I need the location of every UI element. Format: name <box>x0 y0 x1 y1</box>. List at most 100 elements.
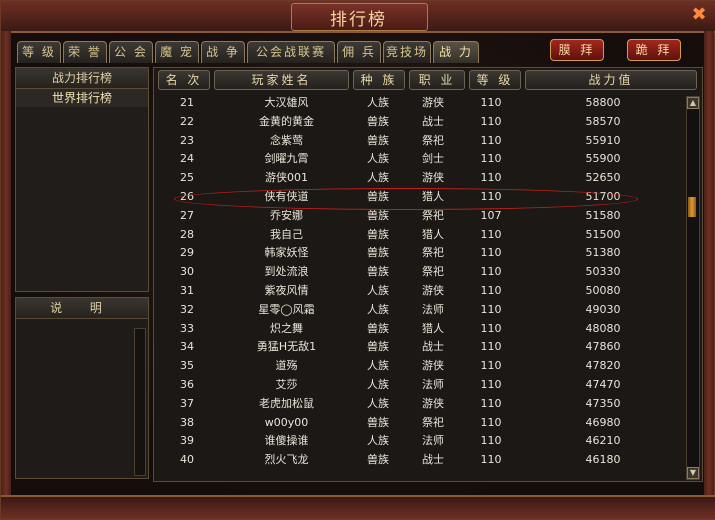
table-row[interactable]: 25 游侠001 人族 游侠 110 52650 <box>154 169 684 188</box>
level-cell: 110 <box>480 302 502 316</box>
tab-arena[interactable]: 竞技场 <box>383 41 431 63</box>
class-cell: 游侠 <box>422 396 444 410</box>
table-scrollbar[interactable]: ▲ ▼ <box>686 96 700 480</box>
player-name-cell: 剑曜九霄 <box>264 152 309 166</box>
tab-power[interactable]: 战 力 <box>433 41 479 63</box>
class-cell: 战士 <box>422 453 444 467</box>
tab-guild[interactable]: 公 会 <box>109 41 153 63</box>
table-row[interactable]: 23 念紫莺 兽族 祭祀 110 55910 <box>154 132 684 151</box>
close-icon[interactable]: ✖ <box>690 6 708 24</box>
power-cell: 50330 <box>585 265 621 279</box>
tab-war[interactable]: 战 争 <box>201 41 245 63</box>
race-cell: 人族 <box>367 377 389 391</box>
power-cell: 50080 <box>585 283 621 297</box>
level-cell: 110 <box>480 114 502 128</box>
scroll-down-icon[interactable]: ▼ <box>687 467 699 479</box>
col-level: 等 级 <box>469 70 521 90</box>
table-row[interactable]: 29 韩家妖怪 兽族 祭祀 110 51380 <box>154 244 684 263</box>
rank-cell: 39 <box>180 434 194 448</box>
power-cell: 48080 <box>585 321 621 335</box>
race-cell: 兽族 <box>367 340 389 354</box>
tab-honor[interactable]: 荣 誉 <box>63 41 107 63</box>
tab-mercenary[interactable]: 佣 兵 <box>337 41 381 63</box>
tab-guild-war-league[interactable]: 公会战联赛 <box>247 41 335 63</box>
description-scrollbar[interactable] <box>134 328 146 476</box>
table-row[interactable]: 35 道殇 人族 游侠 110 47820 <box>154 357 684 376</box>
power-cell: 58800 <box>585 96 621 109</box>
rank-cell: 40 <box>180 453 194 467</box>
col-power: 战力值 <box>525 70 697 90</box>
table-row[interactable]: 38 w00y00 兽族 祭祀 110 46980 <box>154 414 684 433</box>
rank-cell: 38 <box>180 415 194 429</box>
class-cell: 祭祀 <box>422 265 444 279</box>
power-cell: 51580 <box>585 208 621 222</box>
class-cell: 猎人 <box>422 227 444 241</box>
ranking-rows: 21 大汉雄风 人族 游侠 110 58800 22 金黄的黄金 兽族 战士 110 58570 23 念… <box>154 94 684 470</box>
level-cell: 110 <box>480 434 502 448</box>
level-cell: 110 <box>480 415 502 429</box>
description-panel: 说 明 <box>15 297 149 479</box>
table-row[interactable]: 21 大汉雄风 人族 游侠 110 58800 <box>154 94 684 113</box>
table-row[interactable]: 34 勇猛H无敌1 兽族 战士 110 47860 <box>154 338 684 357</box>
player-name-cell: 乔安娜 <box>270 208 303 222</box>
level-cell: 110 <box>480 227 502 241</box>
race-cell: 兽族 <box>367 133 389 147</box>
table-row[interactable]: 32 星零◯风霜 人族 法师 110 49030 <box>154 301 684 320</box>
power-cell: 55910 <box>585 133 621 147</box>
world-ranking-item[interactable]: 世界排行榜 <box>16 89 148 107</box>
race-cell: 兽族 <box>367 227 389 241</box>
table-row[interactable]: 28 我自己 兽族 猎人 110 51500 <box>154 226 684 245</box>
level-cell: 110 <box>480 171 502 185</box>
table-row[interactable]: 33 炽之舞 兽族 猎人 110 48080 <box>154 320 684 339</box>
rank-cell: 36 <box>180 377 194 391</box>
table-row[interactable]: 22 金黄的黄金 兽族 战士 110 58570 <box>154 113 684 132</box>
race-cell: 人族 <box>367 302 389 316</box>
race-cell: 人族 <box>367 396 389 410</box>
worship-button[interactable]: 膜 拜 <box>550 39 604 61</box>
rank-cell: 23 <box>180 133 194 147</box>
category-header: 战力排行榜 <box>16 68 148 89</box>
level-cell: 110 <box>480 283 502 297</box>
tab-pet[interactable]: 魔 宠 <box>155 41 199 63</box>
table-row[interactable]: 36 艾莎 人族 法师 110 47470 <box>154 376 684 395</box>
class-cell: 猎人 <box>422 321 444 335</box>
power-cell: 49030 <box>585 302 621 316</box>
table-row[interactable]: 30 到处流浪 兽族 祭祀 110 50330 <box>154 263 684 282</box>
rank-cell: 27 <box>180 208 194 222</box>
race-cell: 人族 <box>367 434 389 448</box>
power-cell: 47820 <box>585 359 621 373</box>
player-name-cell: 大汉雄风 <box>264 96 309 109</box>
rank-cell: 28 <box>180 227 194 241</box>
left-border <box>1 31 11 499</box>
race-cell: 兽族 <box>367 453 389 467</box>
col-class: 职 业 <box>409 70 465 90</box>
level-cell: 110 <box>480 377 502 391</box>
rank-cell: 31 <box>180 283 194 297</box>
player-name-cell: 谁傻操谁 <box>264 434 309 448</box>
table-row[interactable]: 40 烈火飞龙 兽族 战士 110 46180 <box>154 451 684 470</box>
rank-cell: 25 <box>180 171 194 185</box>
level-cell: 110 <box>480 133 502 147</box>
rank-cell: 22 <box>180 114 194 128</box>
race-cell: 兽族 <box>367 321 389 335</box>
scroll-up-icon[interactable]: ▲ <box>687 97 699 109</box>
scroll-thumb[interactable] <box>688 197 696 217</box>
player-name-cell: 星零◯风霜 <box>258 302 315 316</box>
table-row[interactable]: 39 谁傻操谁 人族 法师 110 46210 <box>154 432 684 451</box>
level-cell: 110 <box>480 396 502 410</box>
level-cell: 110 <box>480 453 502 467</box>
rank-cell: 33 <box>180 321 194 335</box>
table-row[interactable]: 24 剑曜九霄 人族 剑士 110 55900 <box>154 150 684 169</box>
spurn-button[interactable]: 跪 拜 <box>627 39 681 61</box>
table-row[interactable]: 37 老虎加松鼠 人族 游侠 110 47350 <box>154 395 684 414</box>
level-cell: 110 <box>480 265 502 279</box>
leaderboard-window: 排行榜 ✖ 等 级 荣 誉 公 会 魔 宠 战 争 公会战联赛 佣 兵 竞技场 … <box>0 0 715 520</box>
race-cell: 人族 <box>367 152 389 166</box>
rank-cell: 21 <box>180 96 194 109</box>
tab-level[interactable]: 等 级 <box>17 41 61 63</box>
class-cell: 游侠 <box>422 359 444 373</box>
table-row[interactable]: 31 紫夜风情 人族 游侠 110 50080 <box>154 282 684 301</box>
rank-cell: 35 <box>180 359 194 373</box>
right-border <box>704 31 714 499</box>
power-cell: 52650 <box>585 171 621 185</box>
